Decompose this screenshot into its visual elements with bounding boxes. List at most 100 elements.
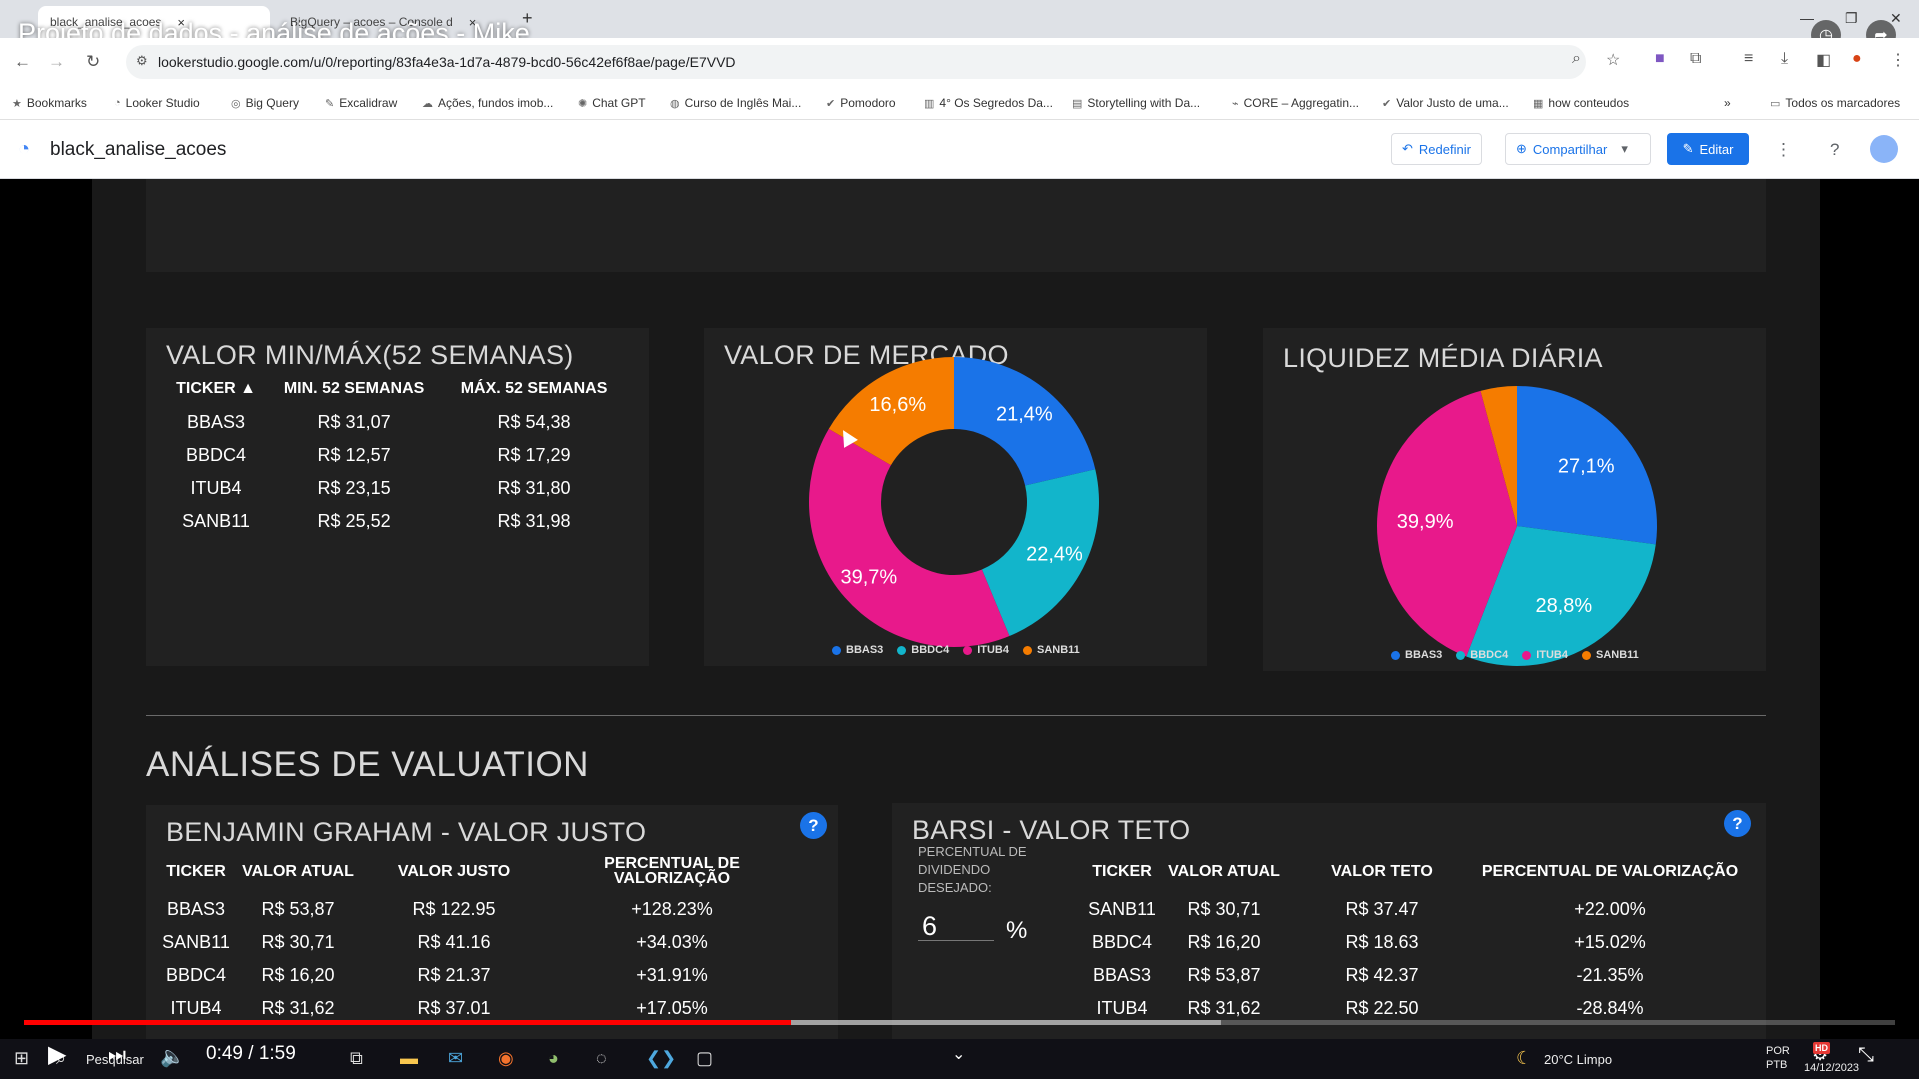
bookmark-item[interactable]: ☁ Ações, fundos imob... (422, 96, 553, 110)
extension-icon[interactable]: ■ (1655, 50, 1665, 68)
table-row: BBAS3 R$ 53,87 R$ 122.95 +128.23% (156, 893, 796, 926)
task-view-icon[interactable]: ⧉ (350, 1048, 363, 1069)
barsi-card: BARSI - VALOR TETO ? PERCENTUAL DE DIVID… (892, 803, 1766, 1039)
bookmark-item[interactable]: ▥ 4° Os Segredos Da... (924, 96, 1053, 110)
slice-data-label: 28,8% (1535, 595, 1592, 617)
table-row: SANB11 R$ 30,71 R$ 41.16 +34.03% (156, 926, 796, 959)
weather-text[interactable]: 20°C Limpo (1544, 1052, 1612, 1067)
cell: R$ 31,80 (497, 478, 571, 498)
edit-button[interactable]: ✎ Editar (1667, 133, 1749, 165)
column-header-fair-value[interactable]: VALOR JUSTO (360, 849, 548, 893)
looker-logo-icon[interactable]: ◔ (18, 138, 30, 161)
table-row: BBDC4 R$ 16,20 R$ 18.63 +15.02% (1082, 926, 1742, 959)
bookmark-item[interactable]: ✺ Chat GPT (578, 96, 646, 110)
legend-dot (963, 645, 973, 655)
column-header-current-value[interactable]: VALOR ATUAL (1162, 849, 1286, 893)
reset-button[interactable]: ↶ Redefinir (1391, 133, 1482, 165)
extensions-puzzle-icon[interactable]: ⧉ (1690, 50, 1701, 68)
column-header-current-value[interactable]: VALOR ATUAL (236, 849, 360, 893)
all-bookmarks-button[interactable]: ▭ Todos os marcadores (1770, 96, 1900, 110)
profile-avatar[interactable]: ● (1852, 50, 1862, 68)
more-options-icon[interactable]: ⋮ (1775, 140, 1792, 160)
zoom-icon[interactable]: ⌕ (1572, 50, 1581, 68)
cell: BBAS3 (1092, 965, 1152, 985)
column-header-ceiling-value[interactable]: VALOR TETO (1286, 849, 1478, 893)
forward-icon[interactable]: → (48, 52, 65, 72)
bookmarks-overflow-button[interactable]: » (1724, 96, 1731, 110)
omnibox[interactable]: ⚙ lookerstudio.google.com/u/0/reporting/… (126, 45, 1586, 79)
play-icon[interactable]: ▶ (48, 1040, 66, 1069)
language-indicator[interactable]: POR PTB (1766, 1044, 1790, 1072)
bookmark-item[interactable]: ◔ Looker Studio (114, 96, 200, 110)
bookmark-star-icon[interactable]: ☆ (1606, 50, 1620, 70)
bookmark-item[interactable]: ✎ Excalidraw (325, 96, 397, 110)
mail-icon[interactable]: ✉ (448, 1048, 463, 1069)
cell: R$ 16,20 (261, 965, 335, 985)
minimize-icon[interactable]: — (1800, 10, 1814, 26)
globe-icon: ◍ (670, 97, 680, 110)
volume-icon[interactable]: 🔈 (160, 1044, 185, 1069)
minmax-title: VALOR MIN/MÁX(52 SEMANAS) (166, 340, 574, 370)
media-icon[interactable]: ≡ (1744, 50, 1753, 68)
windows-start-icon[interactable]: ⊞ (14, 1048, 29, 1069)
firefox-icon[interactable]: ◉ (498, 1048, 514, 1069)
legend-item[interactable]: BBAS3 (832, 644, 883, 656)
column-header-ticker[interactable]: TICKER ▲ (166, 372, 266, 406)
legend-item[interactable]: BBDC4 (1456, 649, 1508, 661)
bookmark-item[interactable]: ◎ Big Query (231, 96, 299, 110)
market-value-donut-chart[interactable]: 21,4% 22,4% 39,7% 16,6% (704, 328, 1207, 666)
menu-kebab-icon[interactable]: ⋮ (1890, 50, 1906, 70)
bookmark-item[interactable]: ◍ Curso de Inglês Mai... (670, 96, 801, 110)
bookmark-item[interactable]: ★ Bookmarks (12, 96, 87, 110)
url-text[interactable]: lookerstudio.google.com/u/0/reporting/83… (158, 54, 736, 70)
bookmark-item[interactable]: ✔ Valor Justo de uma... (1382, 96, 1509, 110)
address-bar: ← → ↻ ⚙ lookerstudio.google.com/u/0/repo… (0, 38, 1919, 88)
legend-item[interactable]: ITUB4 (963, 644, 1009, 656)
app-icon[interactable]: ◌ (596, 1048, 607, 1069)
column-header-ticker[interactable]: TICKER (1082, 849, 1162, 893)
app-icon[interactable]: ▢ (696, 1048, 713, 1069)
bookmark-item[interactable]: ⌁ CORE – Aggregatin... (1232, 96, 1359, 110)
legend-dot (1581, 650, 1591, 660)
help-icon[interactable]: ? (1830, 140, 1839, 160)
looker-icon: ◔ (114, 97, 121, 109)
sidepanel-icon[interactable]: ◧ (1816, 50, 1831, 70)
chevron-down-icon[interactable]: ⌄ (952, 1044, 965, 1064)
column-header-upside[interactable]: PERCENTUAL DE VALORIZAÇÃO (1478, 849, 1742, 893)
bookmark-item[interactable]: ▤ Storytelling with Da... (1072, 96, 1200, 110)
chevron-down-icon[interactable]: ▾ (1621, 141, 1628, 157)
slice-data-label: 39,9% (1397, 511, 1454, 533)
restore-icon[interactable]: ❐ (1845, 10, 1858, 27)
pie-slice-itub4[interactable] (809, 428, 1010, 647)
bookmark-item[interactable]: ▦ how conteudos (1533, 96, 1629, 110)
file-explorer-icon[interactable]: ▬ (400, 1048, 418, 1069)
dividend-input[interactable]: 6 (918, 911, 994, 941)
back-icon[interactable]: ← (14, 52, 31, 72)
legend-item[interactable]: SANB11 (1022, 644, 1080, 656)
exit-fullscreen-icon[interactable]: ⤡ (1858, 1044, 1874, 1067)
share-button[interactable]: ⊕ Compartilhar ▾ (1505, 133, 1651, 165)
next-video-icon[interactable]: ⏭ (108, 1044, 126, 1067)
column-header-max[interactable]: MÁX. 52 SEMANAS (442, 372, 626, 406)
legend-item[interactable]: BBAS3 (1391, 649, 1442, 661)
report-title[interactable]: black_analise_acoes (50, 139, 226, 161)
column-header-ticker[interactable]: TICKER (156, 849, 236, 893)
column-header-min[interactable]: MIN. 52 SEMANAS (266, 372, 442, 406)
legend-item[interactable]: ITUB4 (1522, 649, 1568, 661)
download-icon[interactable]: ⤓ (1781, 50, 1788, 68)
table-row: BBDC4 R$ 16,20 R$ 21.37 +31.91% (156, 959, 796, 992)
video-progress-played[interactable] (24, 1020, 792, 1025)
chrome-icon[interactable]: ◕ (548, 1048, 559, 1069)
legend-item[interactable]: BBDC4 (897, 644, 949, 656)
vscode-icon[interactable]: ❮❯ (646, 1048, 676, 1069)
column-header-upside[interactable]: PERCENTUAL DE VALORIZAÇÃO (548, 849, 796, 893)
reload-icon[interactable]: ↻ (86, 52, 100, 72)
site-info-icon[interactable]: ⚙ (136, 53, 148, 69)
legend-item[interactable]: SANB11 (1581, 649, 1639, 661)
liquidity-pie-chart[interactable]: 27,1% 28,8% 39,9% (1263, 328, 1766, 671)
section-divider (146, 715, 1766, 716)
barsi-help-icon[interactable]: ? (1724, 810, 1751, 837)
account-avatar[interactable] (1870, 135, 1898, 163)
graham-help-icon[interactable]: ? (800, 812, 827, 839)
bookmark-item[interactable]: ✔ Pomodoro (826, 96, 896, 110)
